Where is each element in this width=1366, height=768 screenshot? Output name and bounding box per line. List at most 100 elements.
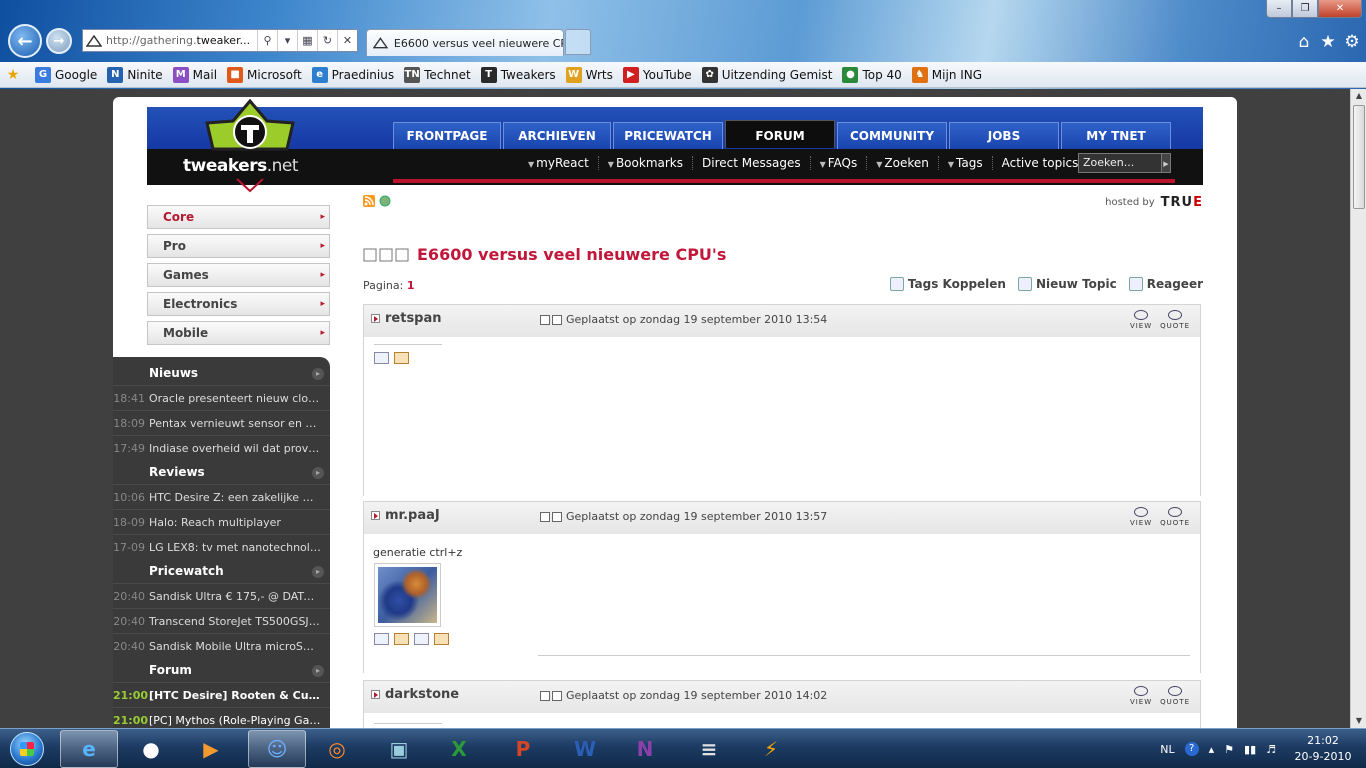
action-nieuw-topic[interactable]: Nieuw Topic xyxy=(1017,277,1117,291)
favorite-google[interactable]: G Google xyxy=(35,66,97,83)
taskbar-onenote[interactable]: N xyxy=(616,730,674,768)
category-games[interactable]: Games xyxy=(147,263,330,287)
quote-button[interactable]: QUOTE xyxy=(1160,310,1190,330)
tab-archieven[interactable]: ARCHIEVEN xyxy=(503,122,611,149)
favorite-microsoft[interactable]: ■ Microsoft xyxy=(227,66,302,83)
favorite-tweakers[interactable]: T Tweakers xyxy=(480,66,556,83)
profile-card-icon[interactable] xyxy=(374,352,389,364)
network-icon[interactable]: ▮▮ xyxy=(1244,743,1256,756)
sidebar-section-nieuws[interactable]: Nieuws xyxy=(113,361,330,385)
language-indicator[interactable]: NL xyxy=(1160,743,1174,756)
sidebar-section-pricewatch[interactable]: Pricewatch xyxy=(113,559,330,583)
sidebar-feed-item[interactable]: 17-09 LG LEX8: tv met nanotechnologie xyxy=(113,534,330,559)
stop-icon[interactable]: ✕ xyxy=(337,30,357,51)
sidebar-feed-item[interactable]: 20:40 Sandisk Ultra € 175,- @ DATAIO xyxy=(113,583,330,608)
page-link[interactable]: 1 xyxy=(407,279,415,292)
subnav-direct-messages[interactable]: Direct Messages xyxy=(692,156,810,170)
header-search-input[interactable]: Zoeken... xyxy=(1078,153,1171,173)
taskbar-media-center[interactable]: ● xyxy=(122,730,180,768)
sidebar-feed-item[interactable]: 20:40 Sandisk Mobile Ultra microSDHC xyxy=(113,633,330,658)
post-link-icon[interactable] xyxy=(540,690,550,701)
globe-icon[interactable] xyxy=(379,195,391,207)
profile-card-icon[interactable] xyxy=(374,633,389,645)
true-logo[interactable]: TRUE xyxy=(1161,195,1203,210)
taskbar-firefox[interactable]: ◎ xyxy=(308,730,366,768)
tab-frontpage[interactable]: FRONTPAGE xyxy=(393,122,501,149)
taskbar-remote-desktop[interactable]: ▣ xyxy=(370,730,428,768)
favorite-technet[interactable]: TN Technet xyxy=(404,66,471,83)
sidebar-feed-item[interactable]: 21:00[HTC Desire] Rooten & Customizen xyxy=(113,682,330,707)
taskbar-excel[interactable]: X xyxy=(430,730,488,768)
compatibility-view-icon[interactable]: ▦ xyxy=(297,30,317,51)
category-electronics[interactable]: Electronics xyxy=(147,292,330,316)
action-reageer[interactable]: Reageer xyxy=(1128,277,1203,291)
subnav-myreact[interactable]: ▼ myReact xyxy=(519,156,598,170)
back-button[interactable]: ← xyxy=(8,24,42,58)
tweakers-logo[interactable] xyxy=(175,99,325,193)
rss-icon[interactable] xyxy=(363,195,375,207)
clock[interactable]: 21:02 20-9-2010 xyxy=(1286,733,1360,765)
post-link-icon[interactable] xyxy=(540,511,550,522)
close-window-button[interactable]: ✕ xyxy=(1318,0,1362,18)
sidebar-feed-item[interactable]: 10:06 HTC Desire Z: een zakelijke Android xyxy=(113,484,330,509)
post-author[interactable]: darkstone xyxy=(371,687,459,702)
favorite-uitzending-gemist[interactable]: ✿ Uitzending Gemist xyxy=(701,66,832,83)
avatar[interactable] xyxy=(374,563,441,627)
category-mobile[interactable]: Mobile xyxy=(147,321,330,345)
subnav-bookmarks[interactable]: ▼ Bookmarks xyxy=(597,156,692,170)
scroll-up-arrow-icon[interactable]: ▲ xyxy=(1351,89,1366,103)
action-tags-koppelen[interactable]: Tags Koppelen xyxy=(889,277,1006,291)
favorite-wrts[interactable]: W Wrts xyxy=(565,66,613,83)
home-icon[interactable] xyxy=(434,633,449,645)
tab-active[interactable]: E6600 versus veel nieuwere CP... xyxy=(366,29,564,56)
taskbar-media-player[interactable]: ▶ xyxy=(182,730,240,768)
home-icon[interactable]: ⌂ xyxy=(1296,32,1312,52)
sidebar-feed-item[interactable]: 20:40 Transcend StoreJet TS500GSJ25D3 xyxy=(113,608,330,633)
subnav-active-topics[interactable]: Active topics xyxy=(991,156,1088,170)
sidebar-feed-item[interactable]: 18:09 Pentax vernieuwt sensor en af-syste… xyxy=(113,410,330,435)
subnav-faqs[interactable]: ▼ FAQs xyxy=(809,156,867,170)
address-bar[interactable]: http://gathering.tweaker... ⚲ ▾ ▦ ↻ ✕ xyxy=(82,29,358,52)
quote-button[interactable]: QUOTE xyxy=(1160,686,1190,706)
sidebar-section-reviews[interactable]: Reviews xyxy=(113,460,330,484)
view-button[interactable]: VIEW xyxy=(1130,310,1152,330)
logo-text[interactable]: tweakers.net xyxy=(183,156,299,176)
help-icon[interactable]: ? xyxy=(1184,742,1199,756)
add-favorite-star[interactable]: ★ xyxy=(5,67,25,83)
post-author[interactable]: retspan xyxy=(371,311,442,326)
maximize-button[interactable]: ❐ xyxy=(1292,0,1318,18)
star-favorites-icon[interactable]: ★ xyxy=(1320,32,1336,52)
favorite-praedinius[interactable]: e Praedinius xyxy=(311,66,394,83)
taskbar-word[interactable]: W xyxy=(556,730,614,768)
picture-icon[interactable] xyxy=(394,633,409,645)
subnav-zoeken[interactable]: ▼ Zoeken xyxy=(866,156,938,170)
view-button[interactable]: VIEW xyxy=(1130,686,1152,706)
subnav-tags[interactable]: ▼ Tags xyxy=(937,156,992,170)
post-link-icon[interactable] xyxy=(540,314,550,325)
volume-icon[interactable]: ♬ xyxy=(1266,743,1276,756)
favorite-top-40[interactable]: ● Top 40 xyxy=(842,66,902,83)
tab-pricewatch[interactable]: PRICEWATCH xyxy=(613,122,723,149)
taskbar-powerpoint[interactable]: P xyxy=(494,730,552,768)
favorite-mijn-ing[interactable]: ♞ Mijn ING xyxy=(911,66,982,83)
scrollbar-thumb[interactable] xyxy=(1353,105,1365,209)
refresh-icon[interactable]: ↻ xyxy=(317,30,337,51)
favorite-youtube[interactable]: ▶ YouTube xyxy=(622,66,692,83)
favorite-ninite[interactable]: N Ninite xyxy=(107,66,163,83)
taskbar-internet-explorer[interactable]: e xyxy=(60,730,118,768)
quote-button[interactable]: QUOTE xyxy=(1160,507,1190,527)
forward-button[interactable]: → xyxy=(46,28,72,54)
category-pro[interactable]: Pro xyxy=(147,234,330,258)
sidebar-feed-item[interactable]: 21:00 [PC] Mythos (Role-Playing Games) xyxy=(113,707,330,728)
tab-jobs[interactable]: JOBS xyxy=(949,122,1059,149)
page-scrollbar[interactable]: ▲ ▼ xyxy=(1350,89,1366,728)
taskbar-winamp[interactable]: ⚡ xyxy=(742,730,800,768)
taskbar-wireless[interactable]: ≡ xyxy=(680,730,738,768)
post-author[interactable]: mr.paaJ xyxy=(371,508,440,523)
start-button[interactable] xyxy=(2,729,52,768)
sidebar-feed-item[interactable]: 17:49 Indiase overheid wil dat providers xyxy=(113,435,330,460)
view-button[interactable]: VIEW xyxy=(1130,507,1152,527)
search-icon[interactable]: ⚲ xyxy=(257,30,277,51)
flag-icon[interactable]: ⚑ xyxy=(1224,743,1234,756)
tab-my-tnet[interactable]: MY TNET xyxy=(1061,122,1171,149)
